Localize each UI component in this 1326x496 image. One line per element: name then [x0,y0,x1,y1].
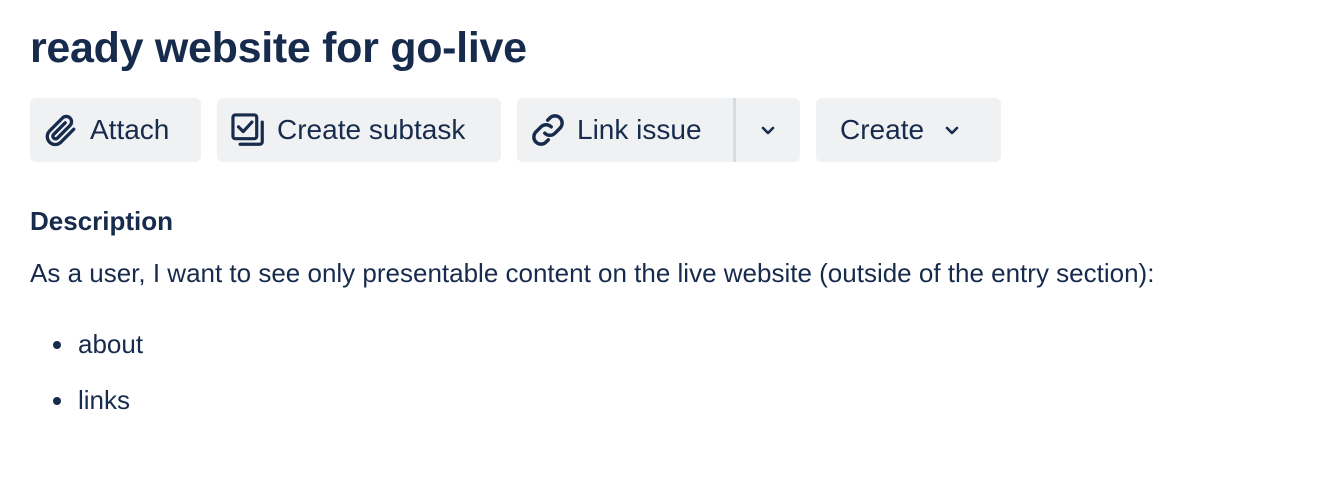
create-dropdown-button[interactable]: Create [816,98,1001,162]
description-text[interactable]: As a user, I want to see only presentabl… [30,256,1154,290]
create-subtask-button[interactable]: Create subtask [217,98,501,162]
subtask-icon [229,111,267,149]
list-item: links [30,382,143,418]
bullet [53,341,61,349]
list-item-text: links [78,385,131,415]
chevron-down-icon [942,120,962,140]
create-subtask-label: Create subtask [277,114,466,145]
link-issue-more-button[interactable] [736,98,800,162]
paperclip-icon [42,111,80,149]
description-heading: Description [30,206,174,236]
issue-view: ready website for go-live Attach Create … [0,0,1326,496]
attach-label: Attach [90,114,170,145]
attach-button[interactable]: Attach [30,98,201,162]
list-item-text: about [78,329,144,359]
description-list: about links [30,326,143,438]
list-item: about [30,326,143,362]
create-label: Create [840,114,925,145]
chevron-down-icon [758,120,778,140]
link-issue-label: Link issue [577,114,702,145]
link-icon [529,111,567,149]
issue-title[interactable]: ready website for go-live [30,20,527,76]
link-issue-button[interactable]: Link issue [517,98,733,162]
issue-toolbar: Attach Create subtask Link issue Create [30,98,1001,162]
bullet [53,397,61,405]
link-issue-split-button: Link issue [517,98,800,162]
